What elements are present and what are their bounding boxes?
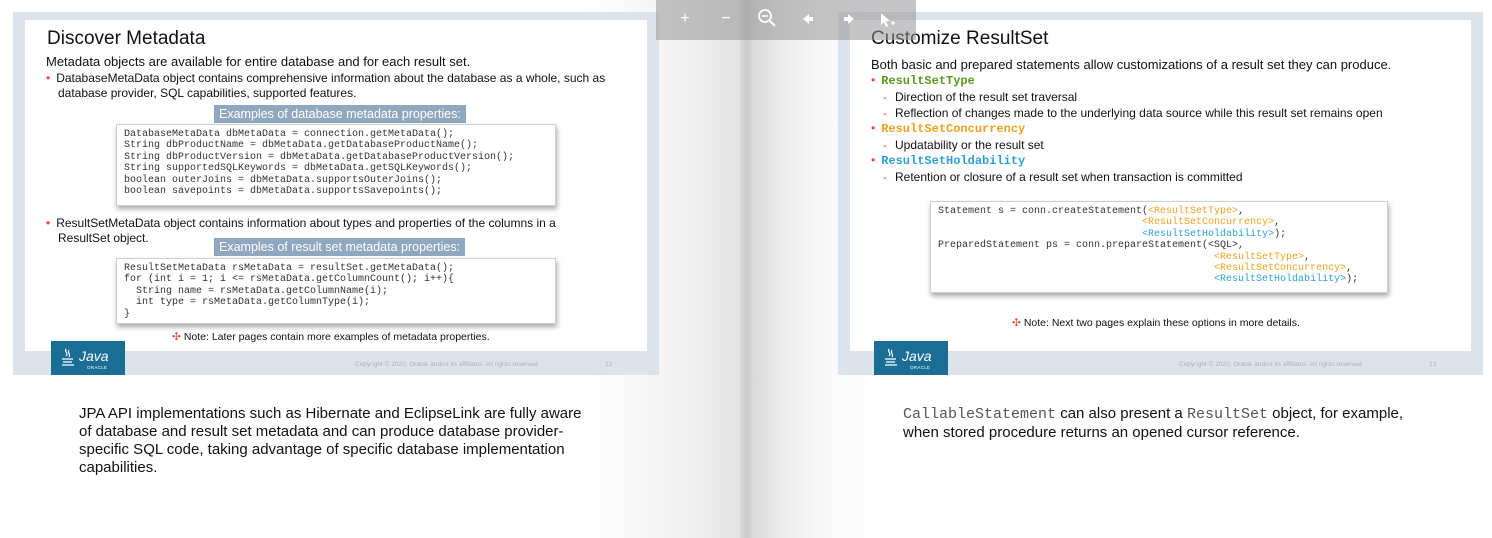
code-text: , <box>1238 206 1245 217</box>
code-param-concurrency: <ResultSetConcurrency> <box>1142 217 1275 229</box>
oracle-wordmark: ORACLE <box>910 365 931 370</box>
code-sample-statement-options: Statement s = conn.createStatement(<Resu… <box>930 201 1388 293</box>
code-param-type: <ResultSetType> <box>1148 206 1239 217</box>
arrow-left-icon <box>803 14 813 24</box>
bullet-dot: • <box>871 153 876 167</box>
bullet-item: • ResultSetConcurrency <box>871 121 1025 136</box>
dash-marker: - <box>883 170 887 184</box>
page-number: 12 <box>605 361 613 368</box>
note-marker-icon: ✣ <box>1012 317 1021 329</box>
book-gutter <box>740 0 754 538</box>
code-text: , <box>1346 263 1353 275</box>
zoom-reset-button[interactable] <box>756 8 778 30</box>
code-text: , <box>1274 217 1281 229</box>
code-text: ); <box>1346 274 1359 286</box>
viewer-toolbar: + − <box>656 0 916 40</box>
page-number: 13 <box>1429 361 1437 368</box>
sub-item-text: Updatability or the result set <box>895 138 1044 152</box>
caption-text: can also present a <box>1056 405 1187 422</box>
sub-item-text: Reflection of changes made to the underl… <box>895 106 1383 120</box>
caption-line: specific SQL code, taking advantage of s… <box>79 441 565 458</box>
copyright: Copyright © 2020, Oracle and/or its affi… <box>355 361 540 368</box>
right-page-caption: CallableStatement can also present a Res… <box>903 405 1423 442</box>
code-param-type: <ResultSetType> <box>1214 251 1305 263</box>
sub-item-text: Retention or closure of a result set whe… <box>895 170 1243 184</box>
example-label: Examples of database metadata properties… <box>214 105 466 123</box>
dash-marker: - <box>883 106 887 120</box>
bullet-item: • ResultSetHoldability <box>871 153 1025 168</box>
slide-12: Discover Metadata Metadata objects are a… <box>13 12 659 375</box>
magnifier-minus-icon <box>758 9 776 27</box>
slide-13-content: Customize ResultSet Both basic and prepa… <box>850 20 1471 375</box>
code-param-concurrency: <ResultSetConcurrency> <box>1214 263 1347 275</box>
copyright: Copyright © 2020, Oracle and/or its affi… <box>1179 361 1364 368</box>
sub-item: - Updatability or the result set <box>883 138 1044 152</box>
java-cup-icon <box>62 348 74 366</box>
java-logo: Java ORACLE <box>874 341 948 375</box>
bullet-text-cont: ResultSet object. <box>58 231 149 245</box>
java-logo: Java ORACLE <box>51 341 125 375</box>
code-param-holdability: <ResultSetHoldability> <box>1214 274 1347 286</box>
code-text: PreparedStatement ps = conn.prepareState… <box>938 240 1245 252</box>
caption-line: when stored procedure returns an opened … <box>903 424 1300 441</box>
code-sample-database-metadata: DatabaseMetaData dbMetaData = connection… <box>116 124 556 206</box>
slide-title: Discover Metadata <box>47 28 206 49</box>
slide-intro: Metadata objects are available for entir… <box>46 54 471 69</box>
slide-note: ✣ Note: Next two pages explain these opti… <box>1012 317 1300 329</box>
note-text: Note: Later pages contain more examples … <box>183 331 490 343</box>
caption-text: object, for example, <box>1267 405 1404 422</box>
java-cup-icon <box>885 348 897 366</box>
caption-line: of database and result set metadata and … <box>79 423 564 440</box>
pointer-icon <box>881 13 895 27</box>
slide-13: Customize ResultSet Both basic and prepa… <box>838 12 1483 375</box>
bullet-item: • ResultSetType <box>871 73 975 88</box>
select-tool-button[interactable] <box>876 8 898 30</box>
java-wordmark: Java <box>902 348 932 364</box>
next-page-button[interactable] <box>838 8 860 30</box>
sub-item: - Retention or closure of a result set wh… <box>883 170 1243 184</box>
keyword-resultsetholdability: ResultSetHoldability <box>881 154 1026 168</box>
code-sample-resultset-metadata: ResultSetMetaData rsMetaData = resultSet… <box>116 258 556 324</box>
code-text: , <box>1304 251 1311 263</box>
sub-item-text: Direction of the result set traversal <box>895 90 1078 104</box>
slide-note: ✣ Note: Later pages contain more examples… <box>172 331 490 343</box>
left-page-caption: JPA API implementations such as Hibernat… <box>79 405 599 477</box>
caption-line: JPA API implementations such as Hibernat… <box>79 405 582 422</box>
oracle-wordmark: ORACLE <box>87 365 108 370</box>
previous-page-button[interactable] <box>797 8 819 30</box>
zoom-out-button[interactable]: − <box>715 8 737 30</box>
note-text: Note: Next two pages explain these optio… <box>1023 317 1300 329</box>
caption-line: capabilities. <box>79 459 158 476</box>
bullet-item: • DatabaseMetaData object contains compre… <box>46 71 605 85</box>
dash-marker: - <box>883 90 887 104</box>
sub-item: - Direction of the result set traversal <box>883 90 1077 104</box>
code-text: Statement s = conn.createStatement( <box>938 206 1149 217</box>
code-param-holdability: <ResultSetHoldability> <box>1142 228 1275 240</box>
keyword-resultsettype: ResultSetType <box>881 74 975 88</box>
bullet-text: ResultSetMetaData object contains inform… <box>56 216 556 230</box>
sub-item: - Reflection of changes made to the under… <box>883 106 1383 120</box>
bullet-dot: • <box>871 121 876 135</box>
note-marker-icon: ✣ <box>172 331 181 343</box>
caption-line: CallableStatement can also present a Res… <box>903 405 1423 424</box>
code-term: ResultSet <box>1186 406 1268 423</box>
arrow-right-icon <box>844 14 854 24</box>
bullet-item: • ResultSetMetaData object contains infor… <box>46 216 556 230</box>
bullet-dot: • <box>46 216 51 230</box>
code-text: ); <box>1274 228 1287 240</box>
bullet-text-cont: database provider, SQL capabilities, sup… <box>58 86 357 100</box>
code-term: CallableStatement <box>903 406 1057 423</box>
dash-marker: - <box>883 138 887 152</box>
slide-12-content: Discover Metadata Metadata objects are a… <box>25 20 647 375</box>
bullet-text: DatabaseMetaData object contains compreh… <box>56 71 606 85</box>
java-wordmark: Java <box>79 348 109 364</box>
bullet-dot: • <box>871 73 876 87</box>
keyword-resultsetconcurrency: ResultSetConcurrency <box>881 122 1026 136</box>
example-label: Examples of result set metadata properti… <box>214 238 466 256</box>
zoom-in-button[interactable]: + <box>674 8 696 30</box>
slide-intro: Both basic and prepared statements allow… <box>871 57 1392 72</box>
bullet-dot: • <box>46 71 51 85</box>
